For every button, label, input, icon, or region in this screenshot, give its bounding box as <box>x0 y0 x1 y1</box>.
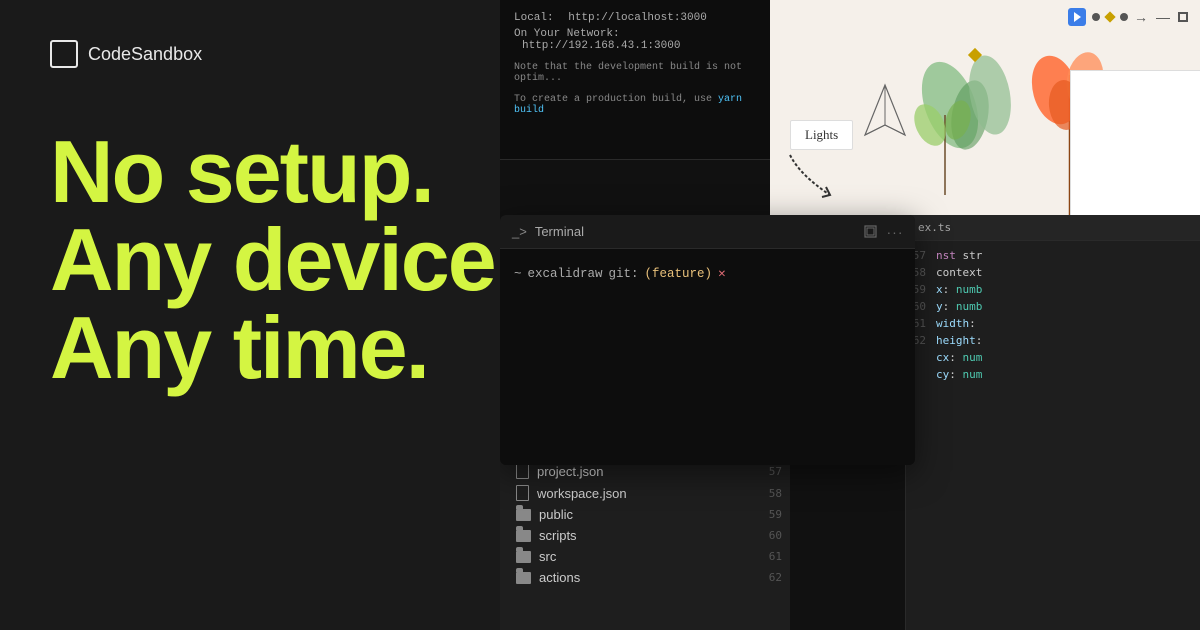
network-label: On Your Network: <box>514 28 620 40</box>
line-num-61: 61 <box>769 550 782 563</box>
folder-icon-src <box>516 551 531 563</box>
terminal-network-line: On Your Network: http://192.168.43.1:300… <box>514 28 766 52</box>
toolbar-diamond-icon[interactable] <box>1104 11 1115 22</box>
file-icon-doc-2 <box>516 485 529 501</box>
folder-icon-public <box>516 509 531 521</box>
local-label: Local: <box>514 12 554 24</box>
folder-name-public: public <box>539 507 573 522</box>
terminal-note2: To create a production build, use yarn b… <box>514 94 766 116</box>
code-line-62: 62 height: <box>906 332 1200 349</box>
network-url: http://192.168.43.1:3000 <box>522 40 680 52</box>
code-filename: ex.ts <box>906 215 1200 241</box>
diamond-shape <box>965 45 985 70</box>
logo-area: CodeSandbox <box>50 40 530 68</box>
design-panel: → — <box>770 0 1200 230</box>
prompt-tilde: ~ <box>514 265 522 284</box>
terminal-note1: Note that the development build is not o… <box>514 62 766 84</box>
terminal-title-actions: ··· <box>863 224 903 240</box>
hero-section: CodeSandbox No setup. Any device. Any ti… <box>0 0 580 630</box>
headline-line3: Any time. <box>50 304 530 392</box>
file-name-project-json: project.json <box>537 464 603 479</box>
play-toolbar-btn[interactable] <box>1068 8 1086 26</box>
file-row-actions[interactable]: actions 62 <box>500 567 790 588</box>
more-dots-icon: ··· <box>887 224 904 240</box>
file-row-src[interactable]: src 61 <box>500 546 790 567</box>
terminal-prompt-icon: _> <box>512 224 527 239</box>
line-num-58: 58 <box>769 487 782 500</box>
headline-line2: Any device. <box>50 216 530 304</box>
terminal-titlebar: _> Terminal ··· <box>500 215 915 249</box>
line-num-57: 57 <box>769 465 782 478</box>
top-terminal-preview: Local: http://localhost:3000 On Your Net… <box>500 0 780 160</box>
folder-icon-scripts <box>516 530 531 542</box>
local-url: http://localhost:3000 <box>568 12 707 24</box>
arrow-sketch <box>780 145 860 210</box>
code-line-60: 60 y: numb <box>906 298 1200 315</box>
file-explorer-rows: project.json 57 workspace.json 58 public… <box>500 456 790 588</box>
toolbar-rect-icon[interactable] <box>1178 12 1188 22</box>
terminal-prompt-line: ~ excalidraw git: (feature) ✕ <box>514 265 901 284</box>
prompt-x: ✕ <box>718 265 726 284</box>
file-name-workspace-json: workspace.json <box>537 486 627 501</box>
hero-headline: No setup. Any device. Any time. <box>50 128 530 392</box>
file-explorer: project.json 57 workspace.json 58 public… <box>500 455 790 630</box>
toolbar-stop-dot[interactable] <box>1092 13 1100 21</box>
prompt-branch: (feature) <box>645 265 713 284</box>
folder-name-actions: actions <box>539 570 580 585</box>
file-icon-doc <box>516 463 529 479</box>
line-num-60: 60 <box>769 529 782 542</box>
code-line-61: 61 width: <box>906 315 1200 332</box>
lights-button-label: Lights <box>805 127 838 142</box>
terminal-body: ~ excalidraw git: (feature) ✕ <box>500 249 915 300</box>
folder-name-src: src <box>539 549 556 564</box>
main-terminal: _> Terminal ··· ~ excalidraw git: (featu… <box>500 215 915 465</box>
code-line-58: 58 context <box>906 264 1200 281</box>
terminal-more-btn[interactable]: ··· <box>887 224 903 240</box>
code-lines: 57 nst str 58 context 59 x: numb 60 y: n… <box>906 241 1200 389</box>
line-num-59: 59 <box>769 508 782 521</box>
note2-text: To create a production build, use <box>514 94 718 105</box>
line-num-62: 62 <box>769 571 782 584</box>
code-line-57: 57 nst str <box>906 247 1200 264</box>
toolbar-line-icon[interactable]: — <box>1156 9 1170 25</box>
play-icon <box>1074 12 1081 22</box>
terminal-local-line: Local: http://localhost:3000 <box>514 12 766 24</box>
folder-name-scripts: scripts <box>539 528 577 543</box>
logo-icon <box>50 40 78 68</box>
headline-line1: No setup. <box>50 128 530 216</box>
logo-text: CodeSandbox <box>88 44 202 65</box>
prompt-dir: excalidraw <box>528 265 603 284</box>
toolbar-circle-icon[interactable] <box>1120 13 1128 21</box>
note1-text: Note that the development build is not o… <box>514 62 742 84</box>
terminal-title-text: Terminal <box>535 224 584 239</box>
right-panel: Local: http://localhost:3000 On Your Net… <box>500 0 1200 630</box>
code-panel: ex.ts 57 nst str 58 context 59 x: numb 6… <box>905 215 1200 630</box>
terminal-expand-btn[interactable] <box>863 224 879 240</box>
prompt-git-label: git: <box>609 265 639 284</box>
folder-icon-actions <box>516 572 531 584</box>
file-row-workspace-json[interactable]: workspace.json 58 <box>500 482 790 504</box>
file-row-scripts[interactable]: scripts 60 <box>500 525 790 546</box>
white-card-overlay <box>1070 70 1200 220</box>
file-row-public[interactable]: public 59 <box>500 504 790 525</box>
code-line-cx: cx: num <box>906 349 1200 366</box>
toolbar-arrow-icon[interactable]: → <box>1134 9 1148 25</box>
design-toolbar: → — <box>770 8 1200 26</box>
code-line-cy: cy: num <box>906 366 1200 383</box>
code-line-59: 59 x: numb <box>906 281 1200 298</box>
